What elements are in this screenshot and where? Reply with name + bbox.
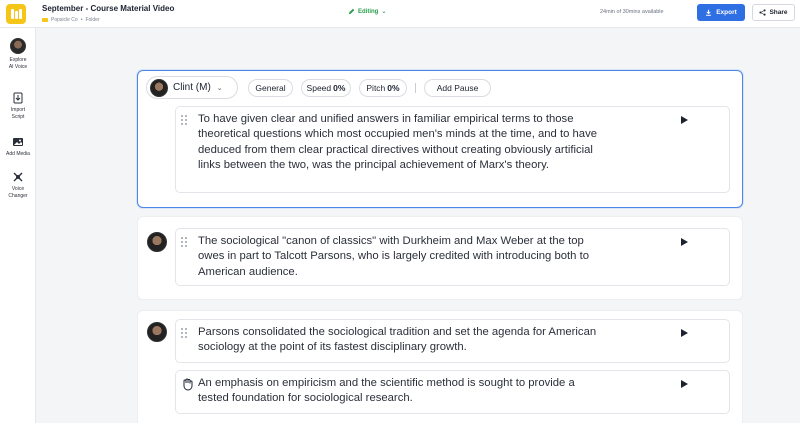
share-button[interactable]: Share — [752, 4, 795, 21]
voice-selector[interactable]: Clint (M) ⌄ — [146, 76, 238, 99]
pencil-icon — [348, 8, 355, 15]
script-card[interactable]: The sociological "canon of classics" wit… — [137, 216, 743, 300]
add-pause-button[interactable]: Add Pause — [424, 79, 491, 97]
breadcrumb-folder[interactable]: Folder — [85, 17, 99, 23]
script-card[interactable]: Parsons consolidated the sociological tr… — [137, 310, 743, 423]
mode-label: Editing — [358, 8, 379, 15]
play-icon[interactable] — [681, 380, 688, 388]
project-title[interactable]: September - Course Material Video — [42, 4, 174, 13]
voice-name: Clint (M) — [173, 82, 211, 93]
text-block[interactable]: To have given clear and unified answers … — [175, 106, 730, 193]
drag-handle-icon[interactable] — [181, 237, 187, 247]
drag-handle-icon[interactable] — [181, 115, 187, 125]
chevron-down-icon: ⌄ — [381, 9, 387, 15]
sidebar-item-add-media[interactable]: Add Media — [0, 136, 36, 158]
breadcrumb: Popsicle Co • Folder — [42, 17, 100, 23]
top-bar: September - Course Material Video Popsic… — [0, 0, 800, 28]
breadcrumb-separator: • — [80, 17, 83, 23]
script-card[interactable]: Clint (M) ⌄ General Speed 0% Pitch 0% Add … — [137, 70, 743, 208]
sidebar-item-label: AI Voice — [8, 63, 28, 70]
voice-avatar[interactable] — [147, 322, 167, 342]
import-icon — [13, 92, 23, 104]
sidebar: Explore AI Voice Import Script Add Media… — [0, 28, 36, 423]
play-icon[interactable] — [681, 238, 688, 246]
speed-label: Speed — [306, 83, 332, 93]
usage-text: 24min of 30mins available — [600, 9, 664, 15]
play-icon[interactable] — [681, 329, 688, 337]
sidebar-item-voice-changer[interactable]: Voice Changer — [0, 171, 36, 199]
block-text[interactable]: The sociological "canon of classics" wit… — [198, 234, 598, 280]
media-icon — [13, 138, 23, 146]
block-text[interactable]: Parsons consolidated the sociological tr… — [198, 325, 598, 356]
share-icon — [759, 9, 767, 16]
voice-avatar — [150, 78, 168, 97]
play-icon[interactable] — [681, 116, 688, 124]
export-label: Export — [716, 9, 737, 16]
download-icon — [706, 9, 712, 16]
text-block[interactable]: An emphasis on empiricism and the scient… — [175, 370, 730, 414]
folder-icon — [42, 18, 48, 22]
toolbar-divider — [415, 83, 416, 93]
add-pause-label: Add Pause — [436, 83, 479, 93]
breadcrumb-workspace[interactable]: Popsicle Co — [51, 17, 78, 23]
block-text[interactable]: An emphasis on empiricism and the scient… — [198, 376, 598, 407]
voice-avatar[interactable] — [147, 232, 167, 252]
sidebar-item-import-script[interactable]: Import Script — [0, 92, 36, 120]
pitch-button[interactable]: Pitch 0% — [359, 79, 407, 97]
pitch-value: 0% — [387, 83, 400, 93]
sidebar-item-label: Add Media — [6, 151, 30, 157]
voice-changer-icon — [13, 172, 23, 182]
sidebar-item-explore-ai-voice[interactable]: Explore AI Voice — [0, 38, 36, 70]
text-block[interactable]: The sociological "canon of classics" wit… — [175, 228, 730, 286]
pitch-label: Pitch — [366, 83, 386, 93]
speed-button[interactable]: Speed 0% — [301, 79, 351, 97]
chevron-down-icon: ⌄ — [216, 84, 223, 92]
share-label: Share — [769, 9, 788, 16]
general-button[interactable]: General — [248, 79, 293, 97]
editor-area: Clint (M) ⌄ General Speed 0% Pitch 0% Add … — [37, 28, 800, 423]
app-logo[interactable] — [6, 4, 26, 24]
voice-avatar-icon — [10, 38, 26, 54]
text-block[interactable]: Parsons consolidated the sociological tr… — [175, 319, 730, 363]
speed-value: 0% — [333, 83, 346, 93]
general-label: General — [255, 83, 286, 93]
mode-dropdown[interactable]: Editing ⌄ — [348, 8, 386, 15]
sidebar-item-label: Script — [11, 113, 25, 120]
grab-hand-icon[interactable] — [181, 377, 195, 391]
block-text[interactable]: To have given clear and unified answers … — [198, 112, 598, 173]
sidebar-item-label: Changer — [8, 192, 28, 199]
drag-handle-icon[interactable] — [181, 328, 187, 338]
export-button[interactable]: Export — [697, 4, 745, 21]
